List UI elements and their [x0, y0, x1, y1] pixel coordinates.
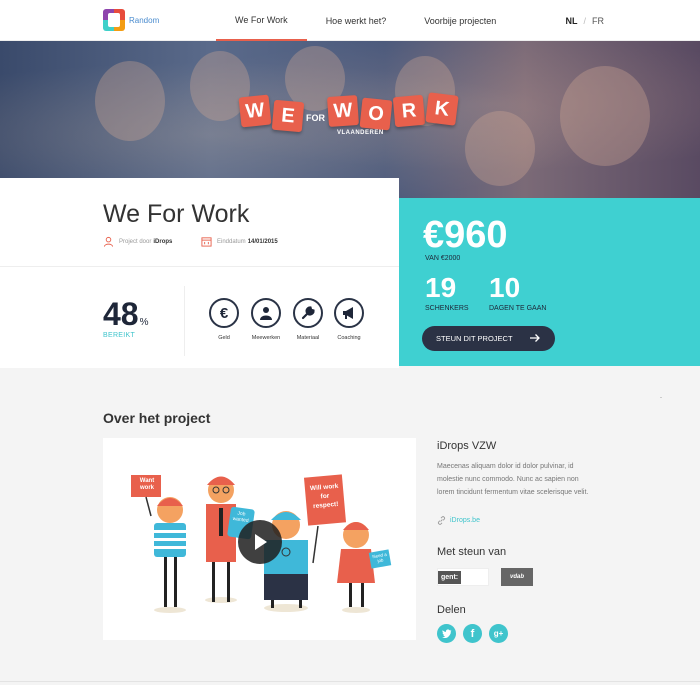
decorative-dot: [660, 397, 662, 398]
video-sign-3: Will work for respect!: [309, 482, 339, 511]
support-type-geld[interactable]: € Geld: [204, 298, 244, 341]
site-logo[interactable]: Random: [103, 9, 159, 31]
divider: [0, 266, 399, 267]
logo-tile: W: [238, 94, 272, 128]
share-title: Delen: [437, 604, 466, 616]
hero-photo-person: [560, 66, 650, 166]
project-content: Over het project Want work Job wanted Wi…: [0, 368, 700, 685]
org-website-link[interactable]: iDrops.be: [437, 516, 480, 525]
org-name: iDrops VZW: [437, 440, 497, 452]
org-website-text: iDrops.be: [450, 517, 480, 524]
support-type-label: Meewerken: [251, 335, 281, 341]
support-type-label: Geld: [218, 335, 230, 341]
wrench-icon: [293, 298, 323, 328]
project-video[interactable]: Want work Job wanted Will work for respe…: [103, 438, 416, 640]
calendar-icon: [201, 237, 212, 247]
we-for-work-logo: W E FOR W O R K: [238, 91, 459, 133]
nav-item-we-for-work[interactable]: We For Work: [216, 0, 307, 41]
sponsors-title: Met steun van: [437, 546, 507, 558]
logo-tile: O: [359, 97, 393, 131]
support-project-button-label: STEUN DIT PROJECT: [436, 334, 513, 343]
logo-tile: W: [326, 94, 360, 128]
section-title-about: Over het project: [103, 410, 211, 426]
days-left-label: DAGEN TE GAAN: [489, 305, 547, 312]
nav-item-hoe-werkt-het[interactable]: Hoe werkt het?: [307, 0, 406, 41]
main-nav: We For Work Hoe werkt het? Voorbije proj…: [216, 0, 515, 41]
support-project-button[interactable]: STEUN DIT PROJECT: [422, 326, 555, 351]
days-left-stat: 10 DAGEN TE GAAN: [489, 272, 546, 312]
lang-separator: /: [583, 16, 586, 26]
percentage-sign: %: [139, 317, 149, 328]
percentage-value: 48: [103, 296, 139, 332]
logo-text: Random: [129, 15, 160, 25]
lang-nl[interactable]: NL: [565, 16, 577, 26]
twitter-icon: [441, 629, 451, 638]
logo-tile: R: [392, 94, 426, 128]
hero-photo-person: [465, 111, 535, 186]
arrow-right-icon: [530, 334, 540, 342]
donors-stat: 19 SCHENKERS: [425, 272, 469, 312]
footer-divider: [0, 681, 700, 682]
logo-icon: [103, 9, 125, 31]
google-plus-icon: g+: [493, 629, 504, 638]
play-button[interactable]: [238, 520, 282, 564]
share-google-plus-button[interactable]: g+: [489, 624, 508, 643]
deadline-value: 14/01/2015: [247, 238, 278, 245]
funding-goal: VAN €2000: [425, 255, 461, 262]
logo-subtitle: VLAANDEREN: [337, 130, 384, 136]
support-type-coaching[interactable]: Coaching: [329, 298, 369, 341]
percentage-label: BEREIKT: [103, 332, 136, 339]
lang-fr[interactable]: FR: [592, 16, 604, 26]
funding-panel: €960 VAN €2000 19 SCHENKERS 10 DAGEN TE …: [399, 198, 700, 366]
sponsor-vdab-text: vdab: [509, 574, 524, 580]
sponsor-logo-vdab[interactable]: vdab: [501, 568, 533, 586]
support-type-meewerken[interactable]: Meewerken: [246, 298, 286, 341]
project-info-card: We For Work Project door iDrops Einddatu…: [0, 178, 399, 368]
days-left-count: 10: [489, 272, 521, 303]
project-deadline: Einddatum 14/01/2015: [201, 236, 278, 247]
hero-photo-person: [95, 61, 165, 141]
donors-label: SCHENKERS: [425, 305, 469, 312]
project-owner: Project door iDrops: [103, 236, 172, 247]
sponsor-gent-text: gent:: [438, 570, 462, 584]
site-header: Random We For Work Hoe werkt het? Voorbi…: [0, 0, 700, 41]
support-type-materiaal[interactable]: Materiaal: [288, 298, 328, 341]
org-description: Maecenas aliquam dolor id dolor pulvinar…: [437, 463, 589, 496]
project-title: We For Work: [103, 200, 250, 228]
user-icon: [103, 236, 114, 247]
funding-amount: €960: [423, 214, 508, 256]
link-icon: [437, 516, 446, 525]
support-type-label: Coaching: [337, 335, 361, 341]
project-owner-label: Project door: [119, 238, 152, 245]
project-owner-name[interactable]: iDrops: [153, 239, 172, 245]
nav-item-voorbije-projecten[interactable]: Voorbije projecten: [405, 0, 515, 41]
logo-tile: K: [425, 92, 459, 126]
logo-tile: E: [271, 99, 305, 133]
language-switcher: NL / FR: [565, 16, 604, 26]
donors-count: 19: [425, 272, 457, 303]
funding-percentage: 48 %: [103, 296, 149, 333]
deadline-label: Einddatum: [217, 238, 246, 245]
share-facebook-button[interactable]: f: [463, 624, 482, 643]
divider: [184, 286, 185, 356]
sponsor-logo-gent[interactable]: gent:: [437, 568, 489, 586]
euro-icon: €: [209, 298, 239, 328]
support-type-label: Materiaal: [296, 335, 320, 341]
video-sign-1: Want work: [139, 478, 155, 491]
logo-for-word: FOR: [306, 113, 325, 123]
hero-banner: W E FOR W O R K VLAANDEREN: [0, 41, 700, 198]
person-icon: [251, 298, 281, 328]
facebook-icon: f: [470, 627, 475, 640]
play-icon: [255, 534, 267, 550]
share-twitter-button[interactable]: [437, 624, 456, 643]
megaphone-icon: [334, 298, 364, 328]
